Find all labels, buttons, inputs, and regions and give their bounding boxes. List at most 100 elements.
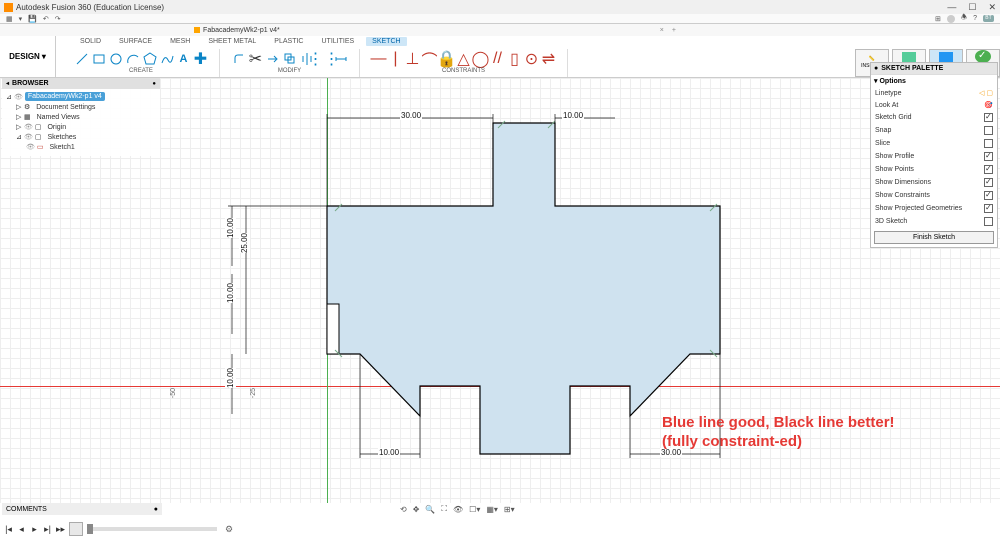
window-controls: — ☐ ✕ [947, 2, 996, 13]
concentric-constraint-icon[interactable]: ⊙ [524, 52, 539, 67]
equal-constraint-icon[interactable]: △ [456, 52, 471, 67]
checkbox[interactable] [984, 113, 993, 122]
display-icon[interactable]: ☐▾ [469, 505, 480, 514]
rect-tool-icon[interactable] [91, 52, 106, 67]
horiz-constraint-icon[interactable]: — [371, 52, 386, 67]
trim-tool-icon[interactable]: ✂ [248, 52, 263, 67]
browser-header[interactable]: ◂ BROWSER ● [2, 78, 160, 89]
user-badge[interactable]: BT [983, 15, 994, 22]
tl-play-button[interactable]: ▸ [30, 524, 39, 535]
grid-icon[interactable]: ▦▾ [486, 505, 498, 514]
tab-plastic[interactable]: PLASTIC [268, 38, 309, 45]
line-tool-icon[interactable] [74, 52, 89, 67]
checkbox[interactable] [984, 139, 993, 148]
doc-name: FabacademyWk2-p1 v4* [203, 27, 280, 34]
finish-sketch-palette-button[interactable]: Finish Sketch [874, 231, 994, 244]
help-icon[interactable]: ? [973, 15, 977, 22]
save-icon[interactable]: 💾 [28, 15, 37, 23]
tl-start-button[interactable]: |◂ [4, 524, 13, 535]
tl-prev-button[interactable]: ◂ [17, 524, 26, 535]
workspace-switcher[interactable]: DESIGN▾ [0, 36, 56, 77]
maximize-button[interactable]: ☐ [968, 2, 976, 13]
checkbox[interactable] [984, 204, 993, 213]
dimension-tool-icon[interactable] [333, 52, 348, 67]
checkbox[interactable] [984, 178, 993, 187]
text-tool-icon[interactable]: A [176, 52, 191, 67]
zoom-icon[interactable]: 🔍 [425, 505, 435, 514]
checkbox[interactable] [984, 126, 993, 135]
dimension-left-h3[interactable]: 10.00 [225, 283, 236, 303]
circle-tool-icon[interactable] [108, 52, 123, 67]
tree-node[interactable]: ▷👁▢ Origin [6, 122, 160, 132]
tab-mesh[interactable]: MESH [164, 38, 196, 45]
redo-icon[interactable]: ↷ [55, 15, 61, 23]
timeline-settings-icon[interactable]: ⚙ [225, 524, 233, 535]
status-icon[interactable] [947, 15, 955, 23]
dimension-left-h4[interactable]: 10.00 [225, 368, 236, 388]
dimension-top-tab[interactable]: 10.00 [562, 111, 584, 120]
fillet-tool-icon[interactable] [231, 52, 246, 67]
perpendicular-constraint-icon[interactable]: // [490, 52, 505, 67]
extend-tool-icon[interactable] [265, 52, 280, 67]
look-icon[interactable]: 👁 [453, 505, 463, 514]
grid-icon[interactable]: ▦ [6, 15, 13, 23]
timeline-feature[interactable] [69, 522, 83, 536]
row-label: 3D Sketch [875, 218, 907, 225]
tab-sheetmetal[interactable]: SHEET METAL [202, 38, 262, 45]
tab-sketch[interactable]: SKETCH [366, 37, 406, 46]
dimension-top-width[interactable]: 30.00 [400, 111, 422, 120]
tl-end-button[interactable]: ▸▸ [56, 524, 65, 535]
checkbox[interactable] [984, 165, 993, 174]
tab-utilities[interactable]: UTILITIES [315, 38, 360, 45]
palette-header[interactable]: ● SKETCH PALETTE [871, 63, 997, 74]
close-tab-button[interactable]: × [656, 27, 668, 34]
coincident-constraint-icon[interactable]: ⊥ [405, 52, 420, 67]
timeline-track[interactable] [87, 527, 217, 531]
tab-solid[interactable]: SOLID [74, 38, 107, 45]
annotation-text: Blue line good, Black line better! (full… [662, 414, 895, 452]
tree-node[interactable]: ⊿👁▢ Sketches [6, 132, 160, 142]
lookat-button[interactable]: 🎯 [984, 101, 993, 109]
minimize-button[interactable]: — [947, 2, 956, 13]
tree-node-sketch[interactable]: 👁▭ Sketch1 [6, 142, 160, 152]
midpoint-constraint-icon[interactable]: ▯ [507, 52, 522, 67]
spline-tool-icon[interactable] [159, 52, 174, 67]
parallel-constraint-icon[interactable]: ◯ [473, 52, 488, 67]
pan-icon[interactable]: ✥ [413, 505, 420, 514]
palette-section-options[interactable]: ▾ Options [871, 74, 997, 87]
vert-constraint-icon[interactable]: | [388, 52, 403, 67]
tab-surface[interactable]: SURFACE [113, 38, 158, 45]
undo-icon[interactable]: ↶ [43, 15, 49, 23]
pattern-tool-icon[interactable]: ⋮⋮ [316, 52, 331, 67]
checkbox[interactable] [984, 217, 993, 226]
notification-icon[interactable]: 🕭 [961, 13, 967, 24]
close-button[interactable]: ✕ [988, 2, 996, 13]
comments-panel[interactable]: COMMENTS ● [2, 503, 162, 515]
checkbox[interactable] [984, 152, 993, 161]
tangent-constraint-icon[interactable]: ⌒ [422, 52, 437, 67]
tree-node[interactable]: ▷⚙ Document Settings [6, 102, 160, 112]
point-tool-icon[interactable]: ✚ [193, 52, 208, 67]
viewport-icon[interactable]: ⊞▾ [504, 505, 515, 514]
tl-next-button[interactable]: ▸| [43, 524, 52, 535]
tree-root[interactable]: ⊿👁FabacademyWk2-p1 v4 [6, 91, 160, 102]
dimension-bottom-left[interactable]: 10.00 [378, 448, 400, 457]
dimension-left-h1[interactable]: 10.00 [225, 218, 236, 238]
ext-icon[interactable]: ⊞ [935, 15, 941, 23]
row-label: Show Constraints [875, 192, 930, 199]
linetype-swatches[interactable]: ◁ ▢ [979, 89, 993, 97]
polygon-tool-icon[interactable] [142, 52, 157, 67]
arc-tool-icon[interactable] [125, 52, 140, 67]
fit-icon[interactable]: ⛶ [441, 504, 447, 514]
menu-caret-icon[interactable]: ▾ [19, 15, 23, 23]
symmetric-constraint-icon[interactable]: ⇌ [541, 52, 556, 67]
checkbox[interactable] [984, 191, 993, 200]
dimension-left-h2[interactable]: 25.00 [239, 233, 250, 253]
orbit-icon[interactable]: ⟲ [400, 505, 407, 514]
document-tab[interactable]: FabacademyWk2-p1 v4* [194, 27, 280, 34]
tree-node[interactable]: ▷▦ Named Views [6, 112, 160, 122]
new-tab-button[interactable]: + [668, 27, 680, 34]
timeline-thumb[interactable] [87, 524, 93, 534]
offset-tool-icon[interactable] [282, 52, 297, 67]
fix-constraint-icon[interactable]: 🔒 [439, 52, 454, 67]
